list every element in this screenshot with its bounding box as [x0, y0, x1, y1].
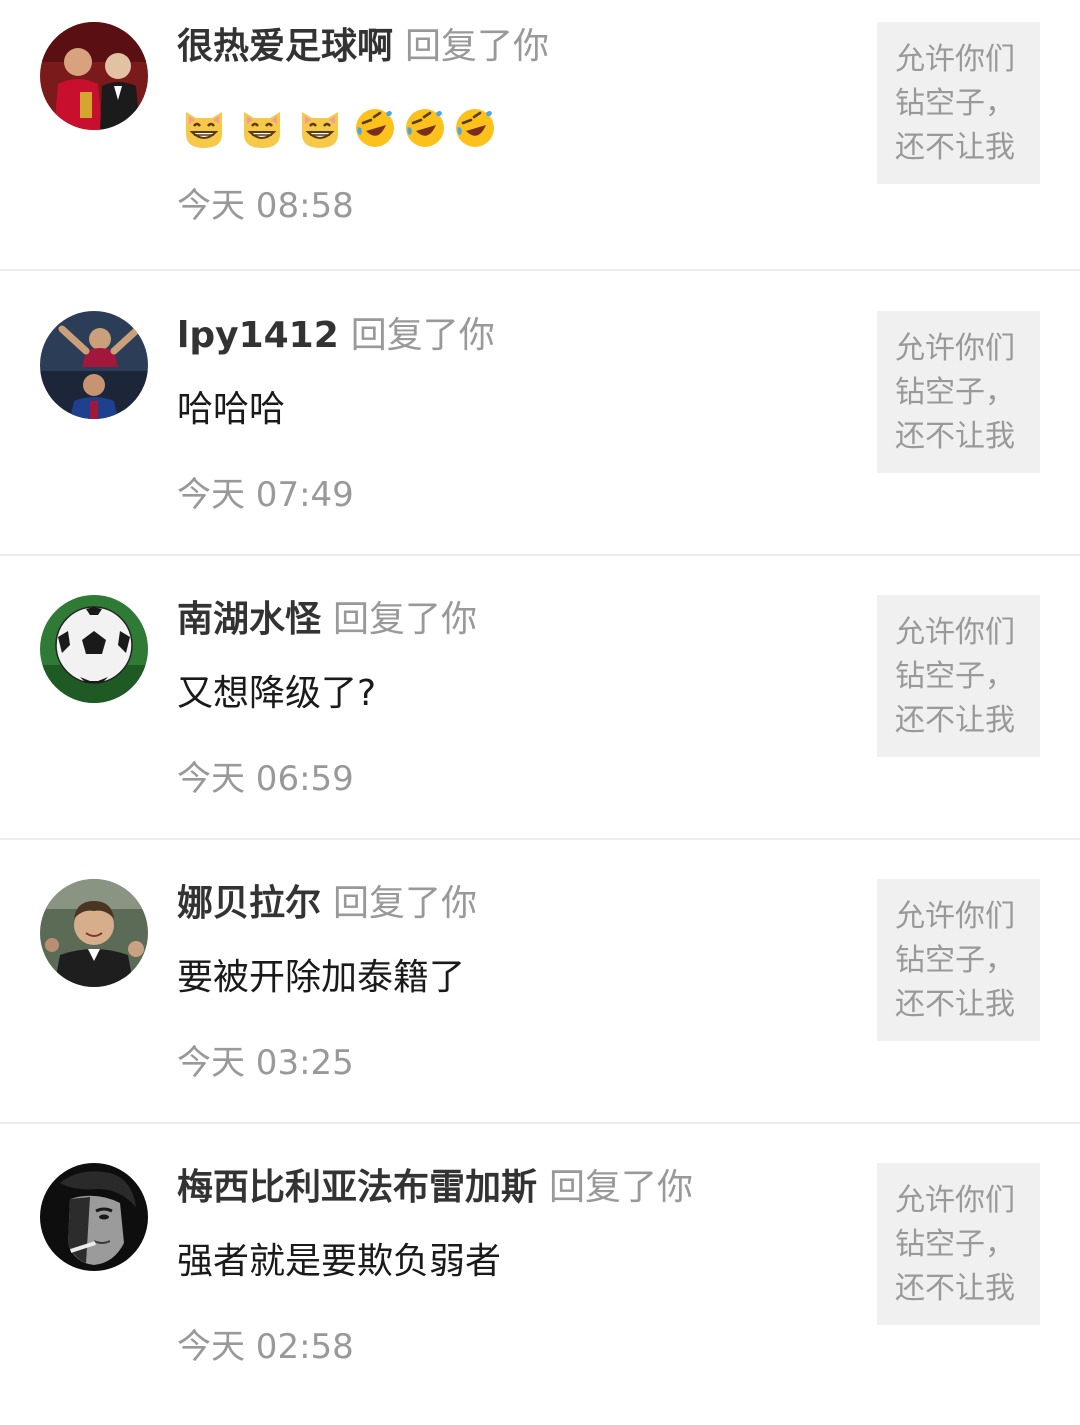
username[interactable]: 娜贝拉尔 — [177, 883, 321, 924]
avatar-photo — [40, 22, 148, 130]
list-divider — [0, 554, 1080, 556]
grinning-cat-emoji — [302, 112, 338, 148]
reply-timestamp: 今天 07:49 — [177, 475, 354, 515]
reply-content: 又想降级了? — [177, 673, 377, 714]
reply-content: 哈哈哈 — [177, 389, 286, 430]
avatar[interactable] — [40, 879, 148, 987]
username[interactable]: 梅西比利亚法布雷加斯 — [177, 1167, 537, 1208]
grinning-cat-emoji — [244, 112, 280, 148]
reply-header: 娜贝拉尔 回复了你 — [177, 879, 477, 929]
reply-timestamp: 今天 02:58 — [177, 1327, 354, 1367]
reply-notification-list: 很热爱足球啊 回复了你 今天 08:58 允许你们 钻空子， 还不让我 lpy1… — [0, 0, 1080, 1400]
grinning-cat-emoji — [186, 112, 222, 148]
username[interactable]: lpy1412 — [177, 315, 339, 356]
reply-timestamp: 今天 08:58 — [177, 186, 354, 226]
avatar-photo — [40, 595, 148, 703]
rolling-laughing-emoji — [406, 109, 444, 147]
rolling-laughing-emoji — [456, 109, 494, 147]
original-comment-preview[interactable]: 允许你们 钻空子， 还不让我 — [877, 1163, 1040, 1325]
rolling-laughing-emoji — [356, 109, 394, 147]
avatar[interactable] — [40, 22, 148, 130]
reply-timestamp: 今天 06:59 — [177, 759, 354, 799]
reply-content: 强者就是要欺负弱者 — [177, 1241, 502, 1282]
original-comment-preview[interactable]: 允许你们 钻空子， 还不让我 — [877, 22, 1040, 184]
username[interactable]: 很热爱足球啊 — [177, 26, 393, 67]
list-divider — [0, 838, 1080, 840]
avatar[interactable] — [40, 595, 148, 703]
original-comment-preview[interactable]: 允许你们 钻空子， 还不让我 — [877, 879, 1040, 1041]
reply-item[interactable]: 娜贝拉尔 回复了你 要被开除加泰籍了 今天 03:25 允许你们 钻空子， 还不让… — [0, 857, 1080, 1141]
avatar-photo — [40, 1163, 148, 1271]
reply-header: 很热爱足球啊 回复了你 — [177, 22, 549, 72]
avatar-photo — [40, 311, 148, 419]
list-divider — [0, 269, 1080, 271]
reply-action-text: 回复了你 — [333, 883, 478, 924]
avatar[interactable] — [40, 311, 148, 419]
reply-item[interactable]: 梅西比利亚法布雷加斯 回复了你 强者就是要欺负弱者 今天 02:58 允许你们 钻… — [0, 1141, 1080, 1425]
reply-item[interactable]: 南湖水怪 回复了你 又想降级了? 今天 06:59 允许你们 钻空子， 还不让我 — [0, 573, 1080, 857]
reply-item[interactable]: lpy1412 回复了你 哈哈哈 今天 07:49 允许你们 钻空子， 还不让我 — [0, 289, 1080, 573]
reply-header: 南湖水怪 回复了你 — [177, 595, 477, 645]
list-divider — [0, 1122, 1080, 1124]
reply-header: 梅西比利亚法布雷加斯 回复了你 — [177, 1163, 693, 1213]
reply-action-text: 回复了你 — [549, 1167, 694, 1208]
avatar[interactable] — [40, 1163, 148, 1271]
reply-item[interactable]: 很热爱足球啊 回复了你 今天 08:58 允许你们 钻空子， 还不让我 — [0, 0, 1080, 284]
reply-header: lpy1412 回复了你 — [177, 311, 495, 361]
username[interactable]: 南湖水怪 — [177, 599, 321, 640]
original-comment-preview[interactable]: 允许你们 钻空子， 还不让我 — [877, 311, 1040, 473]
reply-content: 要被开除加泰籍了 — [177, 957, 466, 998]
reply-content-emojis — [180, 104, 504, 152]
reply-action-text: 回复了你 — [405, 26, 550, 67]
original-comment-preview[interactable]: 允许你们 钻空子， 还不让我 — [877, 595, 1040, 757]
reply-timestamp: 今天 03:25 — [177, 1043, 354, 1083]
reply-action-text: 回复了你 — [333, 599, 478, 640]
reply-action-text: 回复了你 — [350, 315, 495, 356]
avatar-photo — [40, 879, 148, 987]
